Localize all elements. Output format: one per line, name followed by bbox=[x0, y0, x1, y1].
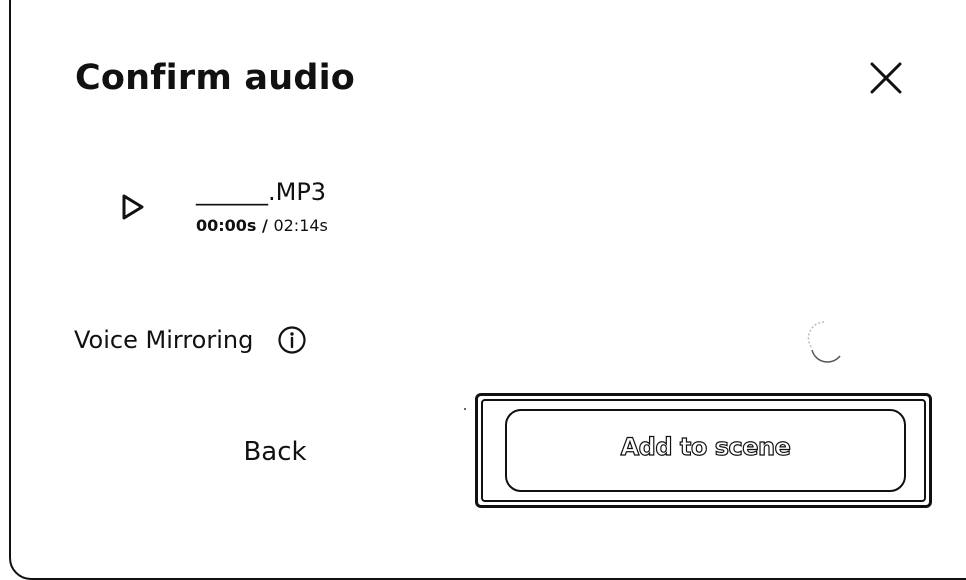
close-button[interactable] bbox=[866, 58, 906, 98]
add-to-scene-inner-ring: Add to scene bbox=[481, 399, 926, 502]
voice-mirroring-info-button[interactable] bbox=[277, 325, 307, 355]
duration: 02:14s bbox=[273, 216, 328, 235]
add-to-scene-button[interactable]: Add to scene bbox=[505, 409, 906, 492]
playback-time: 00:00s / 02:14s bbox=[196, 214, 328, 238]
play-icon bbox=[122, 194, 144, 220]
info-icon bbox=[278, 326, 306, 354]
time-separator: / bbox=[256, 216, 274, 235]
close-icon bbox=[870, 62, 902, 94]
toggle-loading-icon bbox=[807, 321, 841, 363]
audio-file-name: ______.MP3 bbox=[196, 178, 327, 206]
voice-mirroring-label: Voice Mirroring bbox=[74, 326, 254, 354]
dialog-title: Confirm audio bbox=[75, 58, 356, 98]
focus-marker bbox=[464, 408, 466, 410]
voice-mirroring-toggle[interactable] bbox=[800, 312, 852, 368]
add-to-scene-focus-ring: Add to scene bbox=[475, 393, 932, 508]
play-button[interactable] bbox=[116, 191, 148, 223]
back-button[interactable]: Back bbox=[200, 428, 350, 476]
current-time: 00:00s bbox=[196, 216, 257, 235]
